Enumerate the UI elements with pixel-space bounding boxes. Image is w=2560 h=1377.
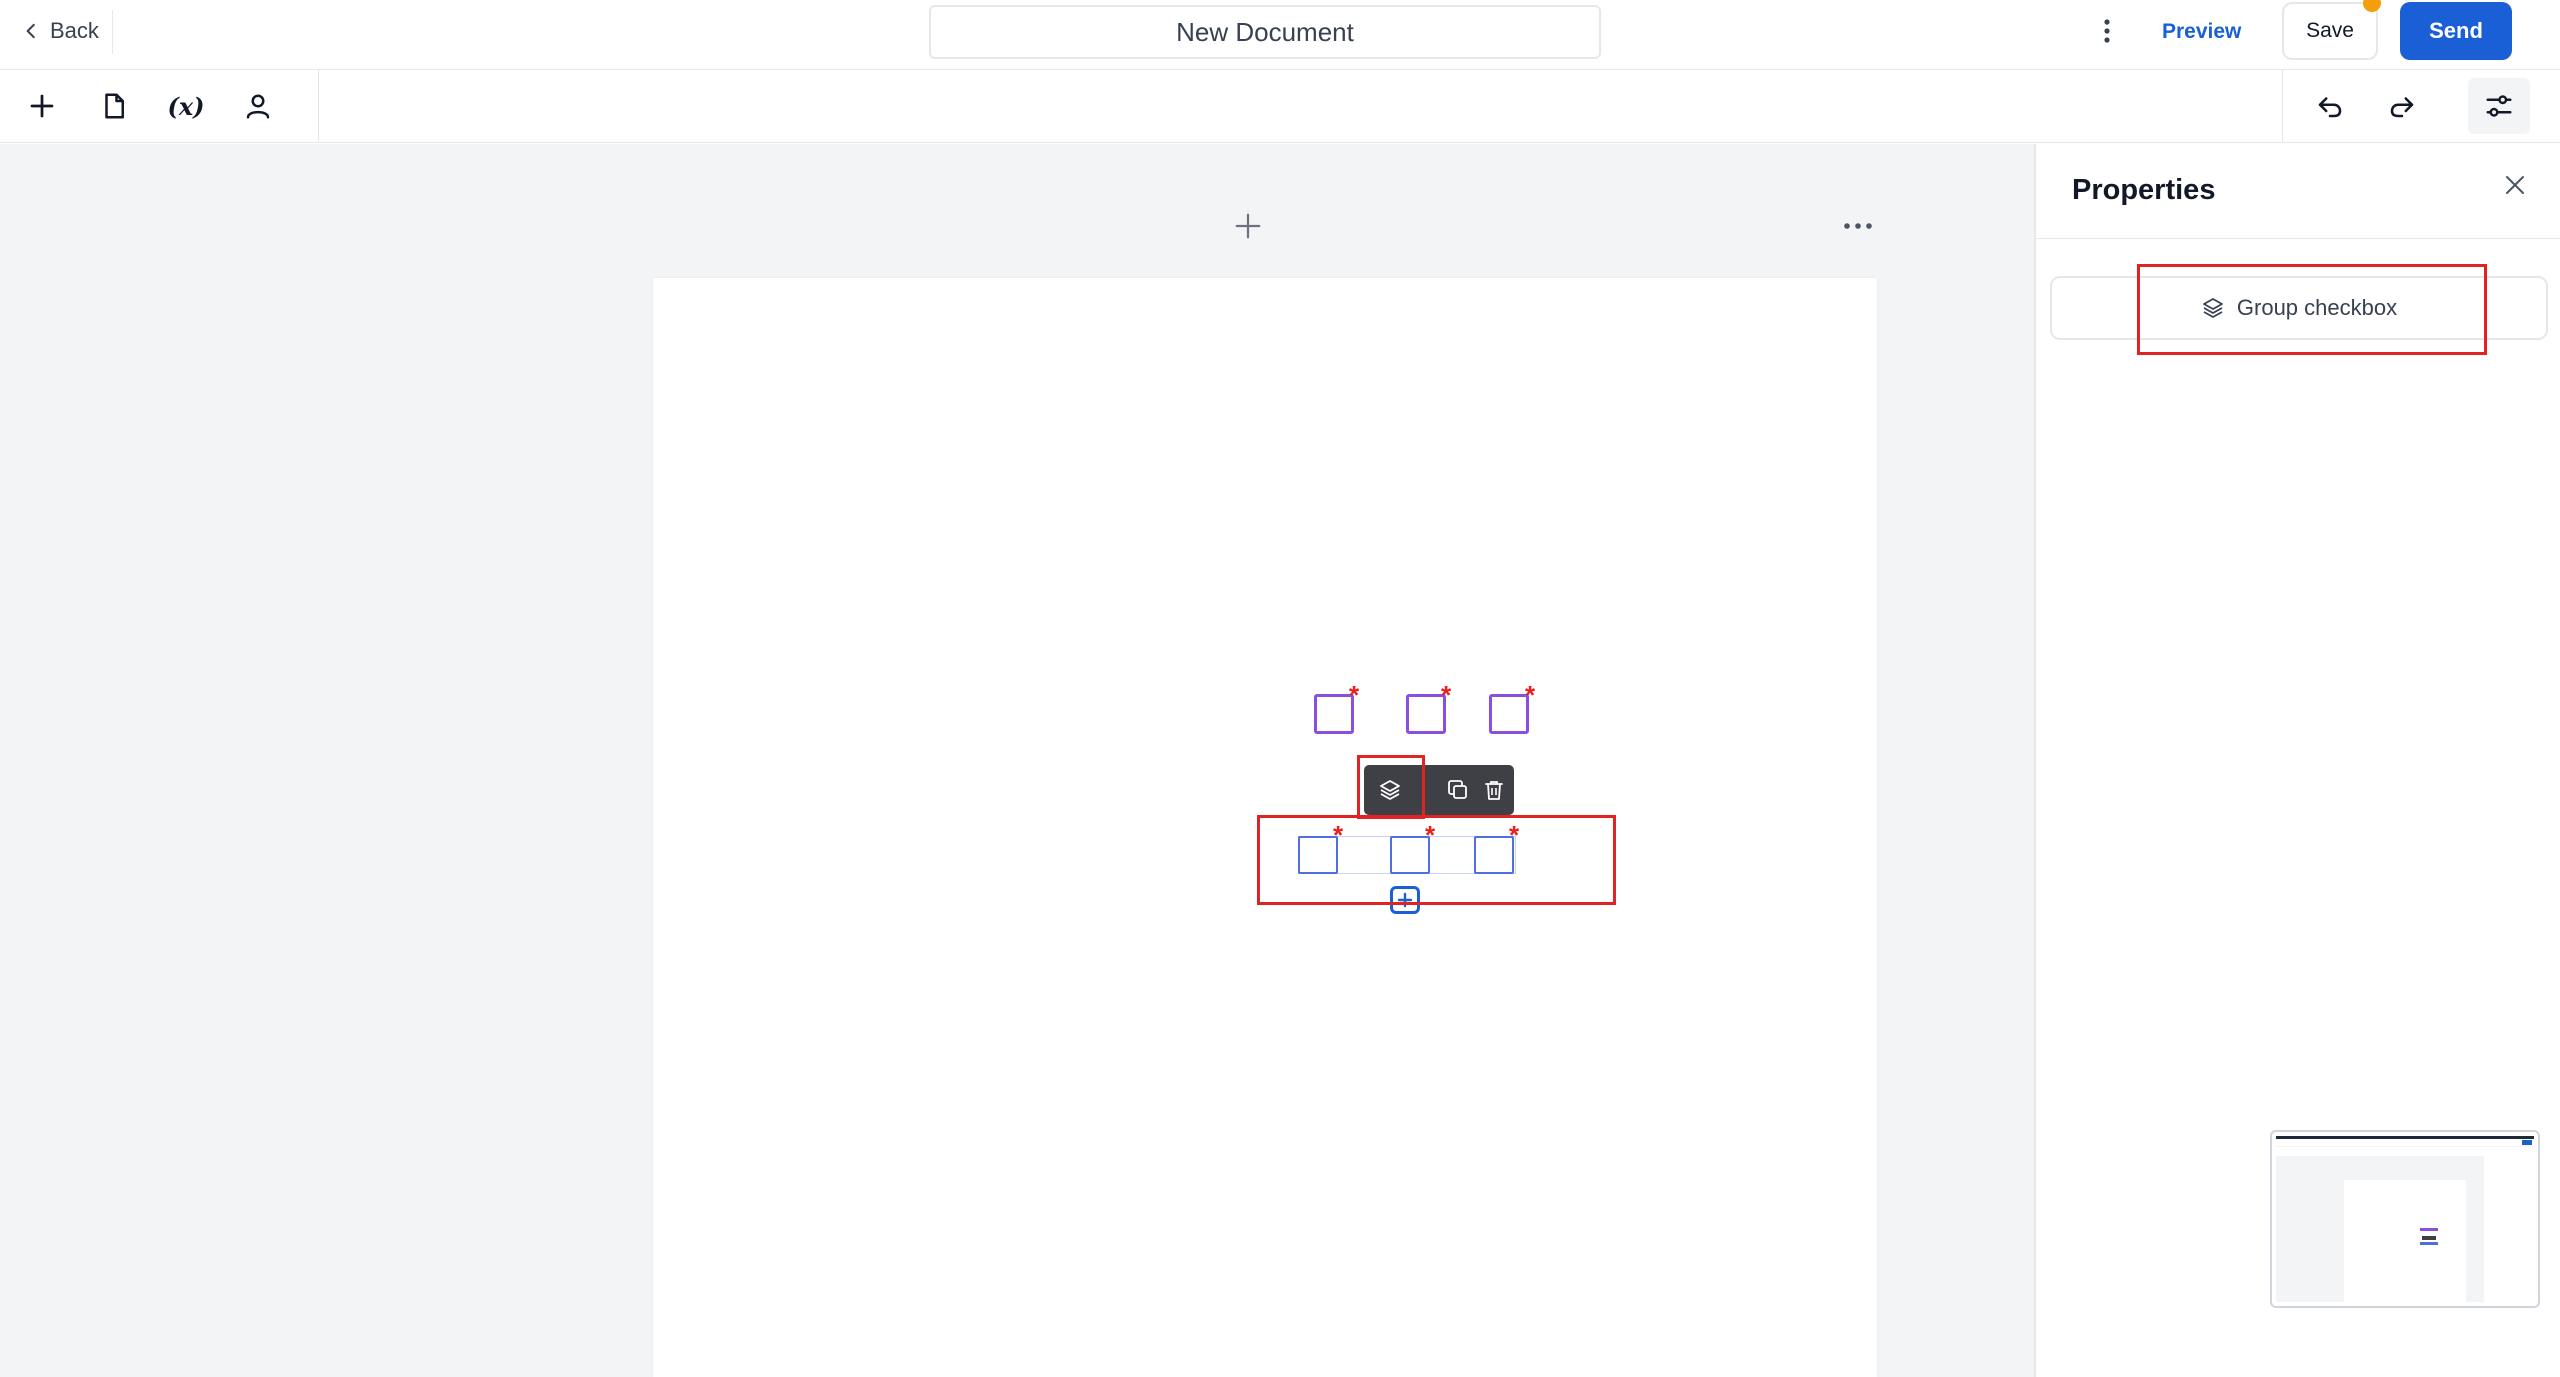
sliders-icon (2486, 95, 2512, 117)
properties-title: Properties (2072, 174, 2216, 206)
highlight-box-group-checkbox-button (2137, 264, 2487, 355)
chevron-left-icon (26, 23, 35, 39)
redo-icon (2390, 97, 2414, 118)
preview-button[interactable]: Preview (2150, 14, 2253, 50)
duplicate-button[interactable] (1442, 774, 1474, 806)
checkbox-field[interactable] (1314, 694, 1354, 734)
divider (2282, 70, 2283, 143)
back-button[interactable]: Back (22, 14, 99, 48)
user-icon (246, 94, 270, 119)
copy-icon (1448, 780, 1467, 799)
required-asterisk: * (1525, 680, 1536, 710)
trash-icon (1485, 781, 1503, 800)
required-asterisk: * (1349, 680, 1360, 710)
undo-button[interactable] (2308, 84, 2352, 128)
close-icon (2506, 176, 2524, 194)
more-horizontal-icon (1844, 223, 1872, 229)
add-page-button[interactable] (1228, 206, 1268, 246)
variable-icon: (x) (167, 91, 205, 121)
back-label: Back (50, 18, 99, 43)
delete-button[interactable] (1478, 774, 1510, 806)
top-header: Back New Document Preview Save Send (0, 0, 2560, 70)
page-minimap[interactable] (2270, 1130, 2540, 1308)
checkbox-field[interactable] (1489, 694, 1529, 734)
plus-icon (30, 94, 54, 118)
variables-button[interactable]: (x) (164, 84, 208, 128)
send-button[interactable]: Send (2400, 2, 2512, 60)
divider (112, 10, 113, 54)
minimap-preview (2276, 1136, 2534, 1302)
close-properties-button[interactable] (2498, 168, 2532, 202)
save-button[interactable]: Save (2282, 2, 2378, 60)
divider (318, 70, 319, 143)
page-options-button[interactable] (1838, 210, 1878, 242)
file-icon (105, 93, 124, 119)
more-vertical-icon (2104, 19, 2110, 43)
editor-canvas (0, 144, 2034, 1377)
highlight-box-group-button (1357, 755, 1425, 819)
plus-icon (1235, 213, 1261, 239)
redo-button[interactable] (2380, 84, 2424, 128)
undo-icon (2318, 97, 2342, 118)
unsaved-indicator-dot (2363, 0, 2381, 12)
recipients-button[interactable] (236, 84, 280, 128)
divider (2036, 238, 2560, 239)
required-asterisk: * (1441, 680, 1452, 710)
more-options-button[interactable] (2090, 14, 2124, 48)
checkbox-field[interactable] (1406, 694, 1446, 734)
document-title-input[interactable]: New Document (929, 5, 1601, 59)
settings-panel-toggle[interactable] (2468, 78, 2530, 134)
add-field-button[interactable] (20, 84, 64, 128)
editor-toolbar: (x) (0, 70, 2560, 143)
document-button[interactable] (92, 84, 136, 128)
highlight-box-checkbox-group (1257, 815, 1616, 905)
